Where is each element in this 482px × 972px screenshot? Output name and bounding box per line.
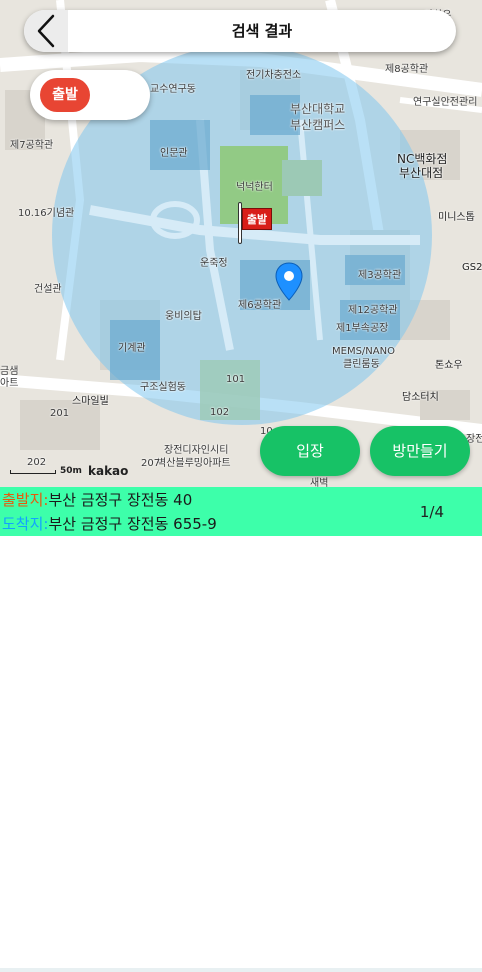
- map-label: 넉넉한터: [236, 182, 273, 193]
- start-address-value: 부산 금정구 장전동 40: [48, 491, 193, 509]
- start-address-key: 출발지:: [2, 491, 49, 509]
- flag-label: 출발: [242, 208, 272, 230]
- map-label: 인문관: [160, 148, 188, 159]
- map-label: 10.16기념관: [18, 208, 75, 219]
- map-label: 연구실안전관리: [413, 97, 478, 108]
- map-label: 클린룸동: [343, 359, 380, 370]
- app-screen: 아하우 전기차충전소 교수연구동 부산대학교 부산캠퍼스 제8공학관 연구실안전…: [0, 0, 482, 972]
- map-label: 202: [27, 457, 47, 468]
- map-label: 벽산블루밍아파트: [157, 458, 231, 469]
- map-label: 201: [50, 408, 70, 419]
- map-label: 미니스톱: [438, 212, 475, 223]
- dest-address-key: 도착지:: [2, 515, 49, 533]
- map-label: 부산대점: [399, 166, 444, 180]
- map-label: 부산대학교: [290, 102, 346, 116]
- dest-address-value: 부산 금정구 장전동 655-9: [48, 515, 217, 533]
- bottom-divider: [0, 968, 482, 972]
- map-label: 제3공학관: [358, 270, 402, 281]
- map-label: 제7공학관: [10, 140, 54, 151]
- location-pin-icon[interactable]: [275, 262, 303, 302]
- map-label: 금샘: [0, 366, 19, 377]
- map-label: 스마일빌: [72, 396, 109, 407]
- back-button[interactable]: [24, 10, 68, 52]
- map-brand: kakao: [88, 464, 129, 478]
- map-label: 제12공학관: [348, 305, 398, 316]
- map-label: 제8공학관: [385, 64, 429, 75]
- make-room-button[interactable]: 방만들기: [370, 426, 470, 476]
- start-flag-marker[interactable]: 출발: [236, 202, 276, 246]
- map-label: 101: [226, 374, 246, 385]
- map-label: 운죽정: [200, 258, 228, 269]
- scale-bar: [10, 470, 56, 474]
- start-badge-pill: 출발: [30, 70, 150, 120]
- search-result-header: 검색 결과: [24, 10, 456, 52]
- start-badge[interactable]: 출발: [40, 78, 90, 112]
- map-label: 담소터치: [402, 392, 439, 403]
- dest-address-line: 도착지:부산 금정구 장전동 655-9: [2, 513, 217, 534]
- page-counter: 1/4: [419, 503, 444, 521]
- map-label: 부산캠퍼스: [290, 118, 346, 132]
- map-label: 207: [141, 458, 161, 469]
- map-label: 장전디자인시티: [164, 445, 229, 456]
- map-view[interactable]: 아하우 전기차충전소 교수연구동 부산대학교 부산캠퍼스 제8공학관 연구실안전…: [0, 0, 482, 487]
- map-label: NC백화점: [397, 152, 448, 166]
- map-label: 전기차충전소: [246, 70, 302, 81]
- page-title: 검색 결과: [231, 22, 293, 40]
- map-label: 아트: [0, 378, 19, 389]
- chevron-left-icon: [37, 14, 55, 48]
- scale-value: 50m: [60, 466, 82, 476]
- map-label: GS2: [462, 262, 482, 273]
- start-address-line: 출발지:부산 금정구 장전동 40: [2, 489, 192, 510]
- map-label: 톤쇼우: [435, 360, 463, 371]
- map-label: MEMS/NANO: [332, 346, 395, 357]
- map-label: 교수연구동: [150, 84, 196, 95]
- map-label: 구조실험동: [140, 382, 186, 393]
- map-label: 웅비의탑: [165, 311, 202, 322]
- route-info-bar: 출발지:부산 금정구 장전동 40 도착지:부산 금정구 장전동 655-9 1…: [0, 487, 482, 536]
- map-label: 건설관: [34, 284, 62, 295]
- map-label: 제1부속공장: [336, 323, 389, 334]
- map-label: 새벽: [310, 478, 329, 487]
- map-label: 102: [210, 407, 230, 418]
- map-label: 기계관: [118, 343, 146, 354]
- enter-button[interactable]: 입장: [260, 426, 360, 476]
